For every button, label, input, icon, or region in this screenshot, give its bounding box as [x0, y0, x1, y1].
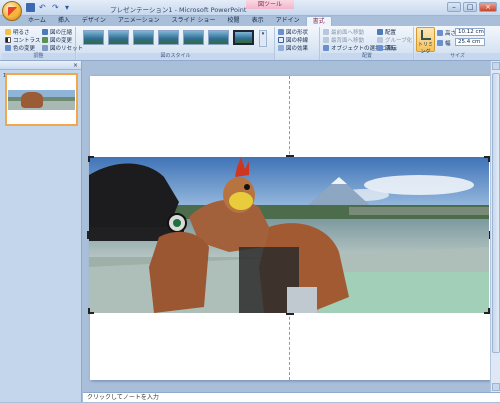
window-title: プレゼンテーション1 - Microsoft PowerPoint	[110, 6, 247, 14]
arrange-group: 最前面へ移動 最背面へ移動 オブジェクトの選択と表示 配置 グループ化 回転 配…	[321, 27, 414, 60]
shape-icon	[278, 29, 284, 35]
arrange-group-label: 配置	[321, 53, 413, 60]
picture-style-4[interactable]	[158, 30, 179, 45]
redo-icon[interactable]: ↷	[52, 3, 61, 12]
scroll-down-icon[interactable]	[492, 383, 500, 391]
selected-picture[interactable]	[89, 157, 489, 313]
slide-thumbnail[interactable]	[5, 73, 78, 126]
change-picture-icon	[42, 37, 48, 43]
brightness-icon	[5, 29, 11, 35]
width-field[interactable]: 25.4 cm	[455, 38, 485, 46]
picture-style-6[interactable]	[208, 30, 229, 45]
align-icon	[377, 29, 383, 35]
styles-more-button[interactable]: ▾	[259, 30, 267, 47]
photo-illustration	[89, 157, 489, 313]
minimize-button[interactable]: –	[447, 2, 461, 12]
resize-handle-bottom[interactable]	[286, 313, 294, 315]
maximize-button[interactable]: □	[463, 2, 477, 12]
selection-pane-icon	[323, 45, 329, 51]
title-bar: ↶ ↷ ▾ プレゼンテーション1 - Microsoft PowerPoint …	[0, 0, 500, 16]
group-button[interactable]: グループ化	[377, 36, 412, 44]
crop-icon	[420, 30, 431, 40]
picture-style-3[interactable]	[133, 30, 154, 45]
office-button[interactable]	[2, 1, 22, 21]
window-controls: – □ ×	[447, 2, 497, 12]
ribbon-tabs: ホーム 挿入 デザイン アニメーション スライド ショー 校閲 表示 アドイン …	[22, 16, 332, 26]
effects-icon	[278, 45, 284, 51]
tab-home[interactable]: ホーム	[22, 16, 52, 26]
close-button[interactable]: ×	[479, 2, 497, 12]
height-label: 高さ	[437, 29, 456, 37]
picture-format-group: 図の形状 図の枠線 図の効果	[276, 27, 320, 60]
quick-access-toolbar: ↶ ↷ ▾	[26, 3, 74, 12]
adjust-group: 明るさ コントラスト 色の変更 図の圧縮 図の変更 図のリセット 調整	[2, 27, 83, 60]
height-field[interactable]: 10.12 cm	[455, 28, 485, 36]
height-icon	[437, 30, 443, 36]
resize-handle-top[interactable]	[286, 155, 294, 157]
office-logo-icon	[8, 7, 17, 16]
send-to-back-button[interactable]: 最背面へ移動	[323, 36, 364, 44]
tab-animations[interactable]: アニメーション	[112, 16, 166, 26]
bring-front-icon	[323, 29, 329, 35]
ribbon: 明るさ コントラスト 色の変更 図の圧縮 図の変更 図のリセット 調整 ▾ 図の…	[0, 26, 500, 61]
picture-shape-button[interactable]: 図の形状	[278, 28, 308, 36]
recolor-button[interactable]: 色の変更	[5, 44, 35, 52]
notes-area[interactable]: クリックしてノートを入力	[83, 392, 500, 402]
customize-qat-icon[interactable]: ▾	[65, 3, 74, 12]
compress-icon	[42, 29, 48, 35]
rotate-icon	[377, 45, 383, 51]
picture-effects-button[interactable]: 図の効果	[278, 44, 308, 52]
save-icon[interactable]	[26, 3, 35, 12]
width-icon	[437, 40, 443, 46]
picture-tools-label: 図ツール	[246, 0, 294, 9]
picture-styles-group: ▾ 図のスタイル	[77, 27, 275, 60]
align-button[interactable]: 配置	[377, 28, 396, 36]
slides-pane-tabs: ×	[0, 61, 81, 70]
border-icon	[278, 37, 284, 43]
tab-review[interactable]: 校閲	[222, 16, 246, 26]
compress-pictures-button[interactable]: 図の圧縮	[42, 28, 72, 36]
tab-view[interactable]: 表示	[246, 16, 270, 26]
width-label: 幅	[437, 39, 451, 47]
undo-icon[interactable]: ↶	[39, 3, 48, 12]
close-pane-icon[interactable]: ×	[73, 62, 78, 69]
tab-insert[interactable]: 挿入	[52, 16, 76, 26]
tab-addins[interactable]: アドイン	[270, 16, 306, 26]
picture-styles-group-label: 図のスタイル	[77, 53, 274, 60]
tab-design[interactable]: デザイン	[76, 16, 112, 26]
brightness-button[interactable]: 明るさ	[5, 28, 30, 36]
send-back-icon	[323, 37, 329, 43]
resize-handle-left[interactable]	[87, 231, 89, 239]
tab-format[interactable]: 書式	[305, 16, 332, 26]
contrast-button[interactable]: コントラスト	[5, 36, 46, 44]
change-picture-button[interactable]: 図の変更	[42, 36, 72, 44]
resize-handle-bottom-left[interactable]	[88, 308, 94, 314]
bring-to-front-button[interactable]: 最前面へ移動	[323, 28, 364, 36]
scroll-thumb[interactable]	[492, 73, 500, 353]
reset-icon	[42, 45, 48, 51]
recolor-icon	[5, 45, 11, 51]
thumbnail-bird	[21, 92, 43, 108]
resize-handle-top-left[interactable]	[88, 156, 94, 162]
group-icon	[377, 37, 383, 43]
tab-slideshow[interactable]: スライド ショー	[166, 16, 222, 26]
picture-style-1[interactable]	[83, 30, 104, 45]
scroll-up-icon[interactable]	[492, 62, 500, 70]
adjust-group-label: 調整	[2, 53, 75, 60]
picture-border-button[interactable]: 図の枠線	[278, 36, 308, 44]
contrast-icon	[5, 37, 11, 43]
picture-style-5[interactable]	[183, 30, 204, 45]
rotate-button[interactable]: 回転	[377, 44, 396, 52]
picture-style-7[interactable]	[233, 30, 254, 45]
slides-pane: × 1	[0, 61, 82, 402]
vertical-scrollbar[interactable]	[490, 61, 500, 392]
size-group-label: サイズ	[415, 53, 500, 60]
picture-style-2[interactable]	[108, 30, 129, 45]
crop-button[interactable]: トリミング	[416, 27, 435, 55]
